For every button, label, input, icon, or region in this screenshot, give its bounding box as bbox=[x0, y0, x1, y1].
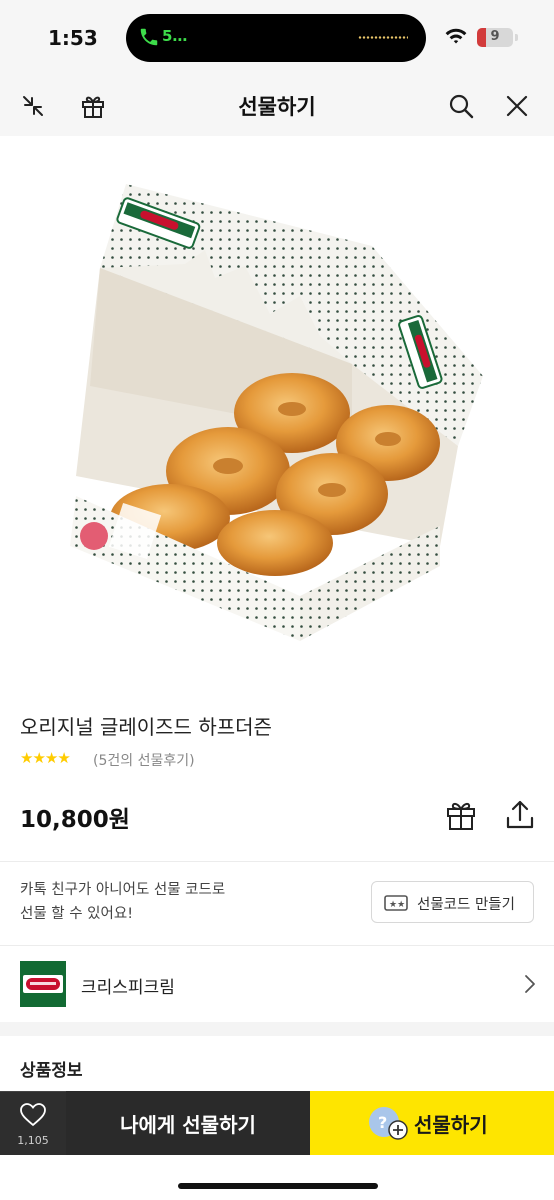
svg-text:★★: ★★ bbox=[389, 900, 405, 910]
product-image[interactable] bbox=[0, 136, 554, 691]
collapse-arrows-icon[interactable] bbox=[19, 92, 47, 120]
brand-name: 크리스피크림 bbox=[81, 978, 175, 998]
friend-add-icon: ? bbox=[369, 1107, 408, 1140]
like-button[interactable]: 1,105 bbox=[0, 1091, 66, 1155]
heart-icon bbox=[20, 1103, 46, 1127]
ticket-icon: ★★ bbox=[384, 895, 408, 911]
create-giftcode-button[interactable]: ★★ 선물코드 만들기 bbox=[371, 881, 534, 923]
battery-icon: 9 bbox=[477, 28, 513, 47]
battery-level: 9 bbox=[490, 29, 500, 44]
status-bar: 1:53 5… 9 bbox=[0, 0, 554, 76]
home-area bbox=[0, 1155, 554, 1200]
gift-to-self-label: 나에게 선물하기 bbox=[120, 1113, 256, 1137]
giftcode-description: 카톡 친구가 아니어도 선물 코드로 선물 할 수 있어요! bbox=[20, 878, 225, 926]
create-giftcode-label: 선물코드 만들기 bbox=[417, 897, 515, 913]
price: 10,800원 bbox=[20, 807, 130, 833]
rating-stars: ★★★★ bbox=[20, 749, 71, 767]
gift-button-label: 선물하기 bbox=[414, 1113, 488, 1137]
giftcode-line-1: 카톡 친구가 아니어도 선물 코드로 bbox=[20, 882, 226, 898]
gift-button[interactable]: ? 선물하기 bbox=[310, 1091, 554, 1155]
gift-box-icon[interactable] bbox=[444, 798, 478, 832]
review-count-link[interactable]: (5건의 선물후기) bbox=[93, 750, 195, 770]
donut-box-image bbox=[70, 184, 483, 641]
gift-to-self-button[interactable]: 나에게 선물하기 bbox=[66, 1091, 310, 1155]
search-icon[interactable] bbox=[447, 92, 475, 120]
app-header: 선물하기 bbox=[0, 76, 554, 136]
chevron-right-icon bbox=[525, 975, 535, 993]
giftcode-line-2: 선물 할 수 있어요! bbox=[20, 906, 134, 922]
home-indicator[interactable] bbox=[178, 1183, 378, 1189]
product-name: 오리지널 글레이즈드 하프더즌 bbox=[20, 715, 272, 739]
call-duration: 5… bbox=[162, 27, 188, 45]
share-icon[interactable] bbox=[503, 798, 537, 832]
status-time: 1:53 bbox=[48, 26, 98, 50]
wifi-icon bbox=[445, 28, 467, 44]
audio-waveform bbox=[358, 36, 408, 39]
like-count: 1,105 bbox=[17, 1134, 49, 1147]
gift-icon[interactable] bbox=[79, 92, 107, 120]
dynamic-island-call[interactable]: 5… bbox=[126, 14, 426, 62]
phone-icon bbox=[140, 28, 158, 46]
product-info-title: 상품정보 bbox=[20, 1061, 83, 1081]
section-gap bbox=[0, 1022, 554, 1036]
krispy-kreme-logo bbox=[20, 961, 66, 1007]
bottom-action-bar: 1,105 나에게 선물하기 ? 선물하기 bbox=[0, 1091, 554, 1155]
divider bbox=[0, 861, 554, 862]
battery-tip bbox=[515, 34, 518, 41]
close-icon[interactable] bbox=[503, 92, 531, 120]
brand-row[interactable]: 크리스피크림 bbox=[0, 946, 554, 1022]
svg-text:?: ? bbox=[378, 1113, 387, 1132]
